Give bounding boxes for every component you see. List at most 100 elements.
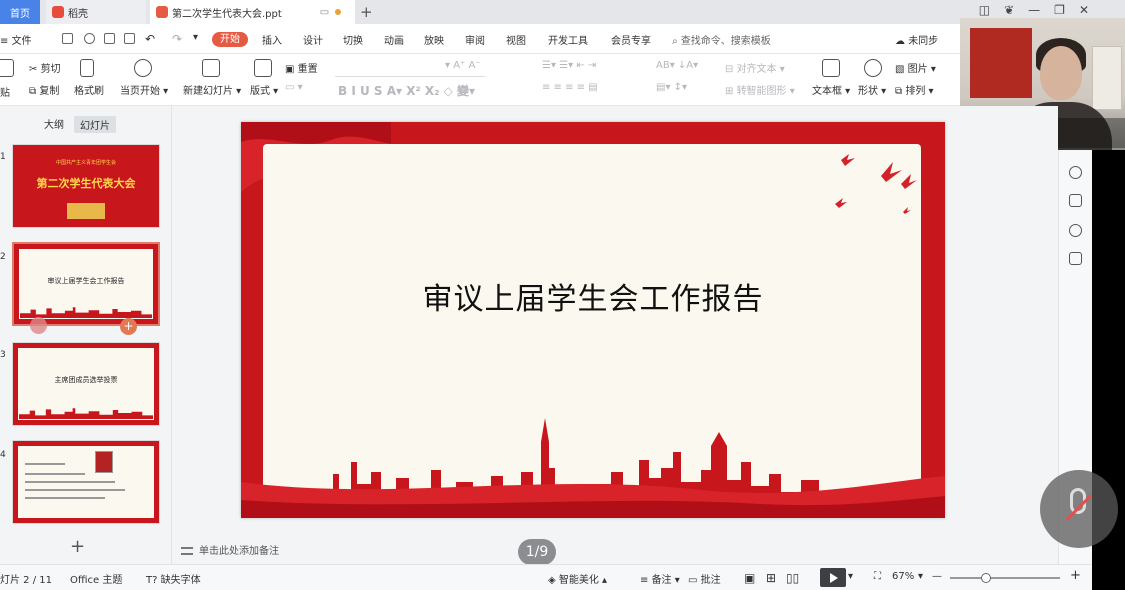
font-size-select[interactable]: ▾ A⁺ A⁻ [445,60,481,71]
layout-icon[interactable] [254,59,272,77]
menu-slideshow[interactable]: 放映 [424,32,444,47]
help-icon[interactable] [1069,224,1082,237]
new-tab-button[interactable]: + [360,3,373,21]
slide-sorter-icon[interactable]: ⊞ [766,571,776,585]
notes-toggle-button[interactable]: ≡ 备注 ▾ [640,571,680,586]
paste-label[interactable]: 贴 [0,84,10,99]
menu-developer[interactable]: 开发工具 [548,32,588,47]
sync-status[interactable]: ☁ 未同步 [895,32,938,47]
play-from-current-button[interactable]: 当页开始 ▾ [120,82,168,97]
picture-button[interactable]: ▧ 图片 ▾ [895,60,936,75]
copy-button[interactable]: ⧉ 复制 [29,82,59,97]
menu-bar: ≡ 文件 ↶ ↷ ▾ 开始 插入 设计 切换 动画 放映 审阅 视图 开发工具 … [0,24,960,54]
shape-button[interactable]: 形状 ▾ [858,82,886,97]
thumbnail-add-icon[interactable]: + [120,318,137,335]
menu-start[interactable]: 开始 [212,32,248,47]
paste-icon[interactable] [0,59,14,77]
thumbnail-title: 第二次学生代表大会 [36,177,136,190]
text-direction-button[interactable]: AB▾ ↓A▾ [656,60,698,71]
line-spacing-button[interactable]: ▤▾ ↕▾ [656,82,687,93]
missing-font-button[interactable]: T? 缺失字体 [146,571,201,586]
menu-transition[interactable]: 切换 [343,32,363,47]
zoom-level[interactable]: 67% [892,571,914,582]
arrange-label: 排列 [905,86,926,97]
notes-placeholder: 单击此处添加备注 [199,546,279,557]
current-slide[interactable]: 审议上届学生会工作报告 [241,122,945,518]
quick-access-more-icon[interactable]: ▾ [193,32,198,43]
zoom-dropdown-icon[interactable]: ▾ [918,571,923,582]
layout-icon[interactable]: ◫ [979,3,990,17]
missing-font-label: 缺失字体 [160,575,201,586]
tab-document[interactable]: 第二次学生代表大会.ppt ▭ [150,0,355,24]
smart-shape-button[interactable]: ⊞ 转智能图形 ▾ [725,82,795,97]
menu-design[interactable]: 设计 [303,32,323,47]
slide-thumbnail-1[interactable]: 中国共产主义青年团学生会 第二次学生代表大会 [12,144,160,228]
print-icon[interactable] [104,33,115,44]
zoom-out-button[interactable]: — [932,571,942,582]
tab-slides[interactable]: 幻灯片 [74,116,116,133]
menu-view[interactable]: 视图 [506,32,526,47]
thumbnail-play-icon[interactable] [30,317,47,334]
textbox-button[interactable]: 文本框 ▾ [812,82,850,97]
format-painter-icon[interactable] [80,59,94,77]
redo-icon[interactable]: ↷ [172,32,182,46]
restore-button[interactable]: ❐ [1054,3,1065,17]
play-from-current-icon[interactable] [134,59,152,77]
slide-thumbnail-2[interactable]: 审议上届学生会工作报告 [12,242,160,326]
section-icon[interactable]: ▭ ▾ [285,82,303,93]
tab-pin-icon[interactable]: ▭ [320,7,329,18]
layout-label: 版式 [250,86,270,97]
comments-button[interactable]: ▭ 批注 [688,571,721,586]
font-style-buttons[interactable]: B I U S A▾ X² X₂ ◇ 變▾ [338,82,475,99]
textbox-icon[interactable] [822,59,840,77]
transform-icon[interactable] [1069,194,1082,207]
zoom-in-button[interactable]: + [1070,568,1081,583]
shape-icon[interactable] [864,59,882,77]
menu-file[interactable]: ≡ 文件 [0,32,32,47]
backup-icon[interactable] [1069,252,1082,265]
align-text-button[interactable]: ⊟ 对齐文本 ▾ [725,60,785,75]
pin-icon[interactable] [1069,166,1082,179]
save-icon[interactable] [62,33,73,44]
skin-icon[interactable]: ❦ [1004,3,1014,17]
thumbnail-number: 4 [0,450,6,460]
add-slide-button[interactable]: + [70,536,85,557]
reading-view-icon[interactable]: ▯▯ [786,571,799,585]
layout-button[interactable]: 版式 ▾ [250,82,278,97]
arrange-button[interactable]: ⧉ 排列 ▾ [895,82,934,97]
smart-beautify-button[interactable]: ◈ 智能美化 ▴ [548,571,607,586]
slideshow-options-icon[interactable]: ▾ [848,571,853,582]
cut-button[interactable]: ✂ 剪切 [29,60,61,75]
fit-window-icon[interactable]: ⛶ [874,571,881,582]
paragraph-align-buttons[interactable]: ≡ ≡ ≡ ≡ ▤ [542,82,598,93]
list-buttons[interactable]: ☰▾ ☰▾ ⇤ ⇥ [542,60,596,71]
new-slide-icon[interactable] [202,59,220,77]
notes-area[interactable]: 单击此处添加备注 [181,542,279,557]
menu-review[interactable]: 审阅 [465,32,485,47]
align-text-label: 对齐文本 [736,64,777,75]
new-slide-button[interactable]: 新建幻灯片 ▾ [183,82,241,97]
zoom-slider-handle[interactable] [981,573,992,583]
zoom-slider[interactable] [950,573,1060,583]
tab-home[interactable]: 首页 [0,0,40,24]
menu-animation[interactable]: 动画 [384,32,404,47]
slide-title[interactable]: 审议上届学生会工作报告 [241,274,945,318]
slide-thumbnail-3[interactable]: 主席团成员选举投票 [12,342,160,426]
slideshow-play-button[interactable] [820,568,846,587]
undo-icon[interactable]: ↶ [145,32,155,46]
normal-view-icon[interactable]: ▣ [744,571,755,585]
export-pdf-icon[interactable] [84,33,95,44]
menu-member[interactable]: 会员专享 [611,32,651,47]
reset-button[interactable]: ▣ 重置 [285,60,318,75]
slide-thumbnail-4[interactable] [12,440,160,524]
print-preview-icon[interactable] [124,33,135,44]
command-search[interactable]: ⌕ 查找命令、搜索模板 [672,32,771,47]
format-painter-label[interactable]: 格式刷 [74,82,104,97]
tab-docer[interactable]: 稻壳 [46,0,146,24]
minimize-button[interactable]: — [1028,3,1040,17]
muted-microphone-button[interactable] [1040,470,1118,548]
tab-outline[interactable]: 大纲 [44,116,64,131]
theme-name[interactable]: Office 主题 [70,571,122,586]
menu-insert[interactable]: 插入 [262,32,282,47]
close-button[interactable]: ✕ [1079,3,1089,17]
